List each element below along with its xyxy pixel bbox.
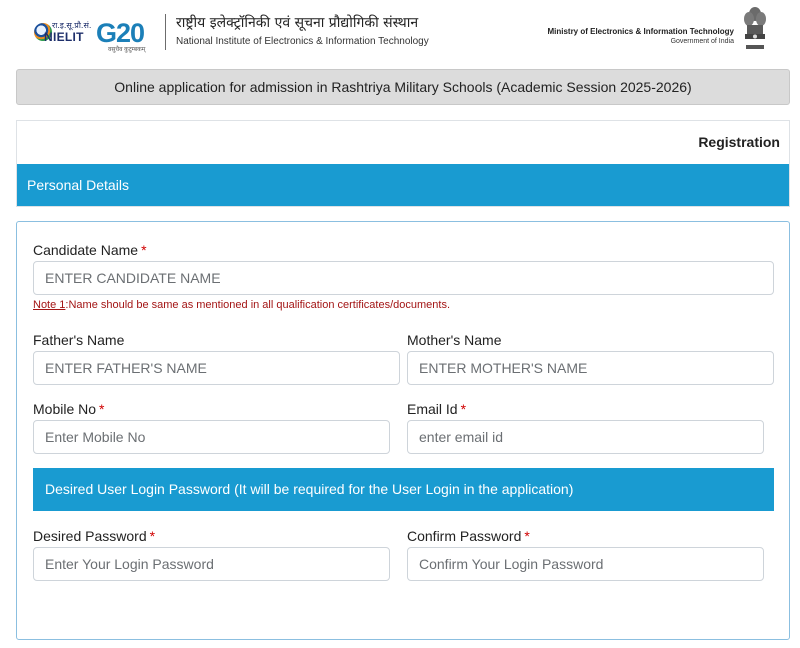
mother-name-label-text: Mother's Name xyxy=(407,332,502,348)
ministry-name: Ministry of Electronics & Information Te… xyxy=(547,27,734,36)
desired-password-label: Desired Password * xyxy=(33,528,155,544)
mother-name-label: Mother's Name xyxy=(407,332,501,348)
required-mark: * xyxy=(141,242,147,258)
father-name-label-text: Father's Name xyxy=(33,332,125,348)
name-note: Note 1:Name should be same as mentioned … xyxy=(33,299,450,311)
candidate-name-input[interactable] xyxy=(33,261,774,295)
candidate-name-label: Candidate Name * xyxy=(33,242,147,258)
father-name-label: Father's Name xyxy=(33,332,124,348)
g20-logo-text: G20 xyxy=(96,18,145,48)
mobile-input[interactable] xyxy=(33,420,390,454)
required-mark: * xyxy=(99,401,105,417)
required-mark: * xyxy=(524,528,530,544)
nielit-logo-text: NIELIT xyxy=(44,30,84,44)
application-title-bar: Online application for admission in Rash… xyxy=(16,69,790,105)
email-label: Email Id * xyxy=(407,401,466,417)
registration-card: Registration Personal Details xyxy=(16,120,790,207)
institute-name-hindi: राष्ट्रीय इलेक्ट्रॉनिकी एवं सूचना प्रौद्… xyxy=(176,15,419,31)
name-note-label: Note 1 xyxy=(33,299,66,311)
required-mark: * xyxy=(460,401,467,417)
mobile-label: Mobile No * xyxy=(33,401,104,417)
desired-password-label-text: Desired Password xyxy=(33,528,147,544)
confirm-password-input[interactable] xyxy=(407,547,764,581)
password-section-header: Desired User Login Password (It will be … xyxy=(33,468,774,511)
required-mark: * xyxy=(149,528,156,544)
institute-name-english: National Institute of Electronics & Info… xyxy=(176,36,429,47)
mobile-label-text: Mobile No xyxy=(33,401,97,417)
government-name: Government of India xyxy=(670,38,734,45)
email-label-text: Email Id xyxy=(407,401,458,417)
site-header: रा.इ.सू.प्रौ.सं. NIELIT G20 वसुधैव कुटुम… xyxy=(0,0,800,62)
email-input[interactable] xyxy=(407,420,764,454)
mother-name-input[interactable] xyxy=(407,351,774,385)
national-emblem-icon xyxy=(744,7,766,49)
header-divider xyxy=(165,14,166,50)
name-note-text: :Name should be same as mentioned in all… xyxy=(65,299,451,311)
confirm-password-label-text: Confirm Password xyxy=(407,528,522,544)
desired-password-input[interactable] xyxy=(33,547,390,581)
confirm-password-label: Confirm Password * xyxy=(407,528,530,544)
personal-details-header: Personal Details xyxy=(17,164,789,206)
candidate-name-label-text: Candidate Name xyxy=(33,242,139,258)
father-name-input[interactable] xyxy=(33,351,400,385)
registration-heading: Registration xyxy=(698,134,780,150)
g20-tagline: वसुधैव कुटुम्बकम् xyxy=(108,47,146,53)
